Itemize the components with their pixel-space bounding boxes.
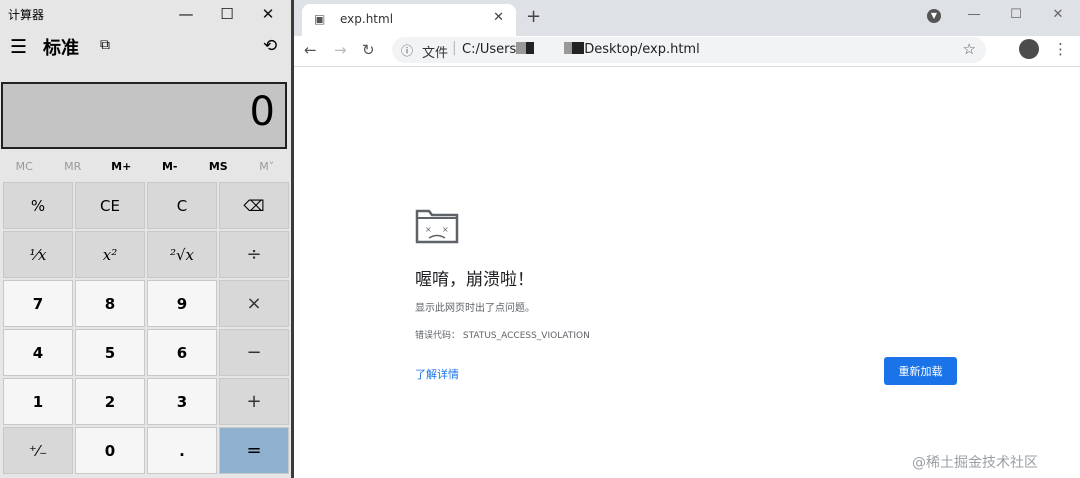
memory-button-0[interactable]: MC — [0, 155, 49, 179]
calculator-titlebar: 计算器 — ☐ ✕ — [0, 0, 291, 30]
divide-key[interactable]: ÷ — [219, 231, 289, 278]
calculator-title: 计算器 — [8, 8, 45, 22]
six-key[interactable]: 6 — [147, 329, 217, 376]
multiply-key[interactable]: × — [219, 280, 289, 327]
memory-button-5[interactable]: M˅ — [243, 155, 292, 179]
maximize-button[interactable]: ☐ — [207, 0, 247, 28]
one-key[interactable]: 1 — [3, 378, 73, 425]
calculator-header: ☰ 标准 ⧉ ⟲ — [0, 30, 291, 82]
file-icon: ▣ — [314, 12, 326, 26]
calculator-mode-title: 标准 — [43, 38, 79, 59]
error-description: 显示此网页时出了点问题。 — [415, 303, 535, 314]
browser-toolbar: ← → ↻ ⓘ 文件 | C:/Users Desktop/exp.html ☆ … — [294, 36, 1080, 67]
back-icon[interactable]: ← — [304, 41, 317, 59]
calculator-display: 0 — [1, 82, 287, 149]
address-bar[interactable]: ⓘ 文件 | C:/Users Desktop/exp.html ☆ — [392, 37, 986, 63]
square-key[interactable]: x² — [75, 231, 145, 278]
negate-key[interactable]: ⁺⁄₋ — [3, 427, 73, 474]
percent-key[interactable]: % — [3, 182, 73, 229]
add-key[interactable]: + — [219, 378, 289, 425]
error-heading: 喔唷，崩溃啦！ — [415, 270, 534, 290]
tab-exp-html[interactable]: ▣ exp.html ✕ — [302, 4, 516, 36]
svg-text:×: × — [425, 225, 432, 234]
menu-kebab-icon[interactable]: ⋮ — [1053, 40, 1068, 58]
browser-maximize-button[interactable]: ☐ — [996, 0, 1036, 28]
close-button[interactable]: ✕ — [248, 0, 288, 28]
memory-button-2[interactable]: M+ — [97, 155, 146, 179]
square-root-key[interactable]: ²√x — [147, 231, 217, 278]
clear-key[interactable]: C — [147, 182, 217, 229]
tab-strip: ▣ exp.html ✕ + ▼ — ☐ ✕ — [294, 0, 1080, 36]
reload-button[interactable]: 重新加载 — [884, 357, 957, 385]
info-icon[interactable]: ⓘ — [401, 42, 413, 59]
four-key[interactable]: 4 — [3, 329, 73, 376]
minimize-button[interactable]: — — [166, 0, 206, 28]
subtract-key[interactable]: − — [219, 329, 289, 376]
tab-title: exp.html — [340, 12, 394, 26]
tab-search-icon[interactable]: ▼ — [927, 9, 941, 23]
url-text: C:/Users Desktop/exp.html — [462, 42, 700, 57]
eight-key[interactable]: 8 — [75, 280, 145, 327]
sad-folder-icon: × × — [415, 209, 459, 244]
five-key[interactable]: 5 — [75, 329, 145, 376]
reciprocal-key[interactable]: ¹⁄x — [3, 231, 73, 278]
svg-text:×: × — [442, 225, 449, 234]
browser-close-button[interactable]: ✕ — [1038, 0, 1078, 28]
error-code: 错误代码： STATUS_ACCESS_VIOLATION — [415, 331, 590, 341]
display-value: 0 — [249, 89, 275, 135]
decimal-key[interactable]: . — [147, 427, 217, 474]
profile-avatar-icon[interactable] — [1019, 39, 1039, 59]
memory-bar: MC MR M+ M- MS M˅ — [0, 155, 291, 179]
browser-window: ▣ exp.html ✕ + ▼ — ☐ ✕ ← → ↻ ⓘ 文件 | C:/U… — [294, 0, 1080, 478]
browser-minimize-button[interactable]: — — [954, 0, 994, 28]
new-tab-button[interactable]: + — [526, 6, 541, 27]
forward-icon[interactable]: → — [334, 41, 347, 59]
history-icon[interactable]: ⟲ — [263, 36, 277, 56]
memory-button-3[interactable]: M- — [146, 155, 195, 179]
three-key[interactable]: 3 — [147, 378, 217, 425]
keep-on-top-icon[interactable]: ⧉ — [100, 37, 110, 53]
calculator-window: 计算器 — ☐ ✕ ☰ 标准 ⧉ ⟲ 0 MC MR M+ M- MS M˅ % CE C ⌫ ¹… — [0, 0, 291, 478]
learn-more-link[interactable]: 了解详情 — [415, 366, 459, 382]
two-key[interactable]: 2 — [75, 378, 145, 425]
bookmark-star-icon[interactable]: ☆ — [963, 40, 976, 58]
seven-key[interactable]: 7 — [3, 280, 73, 327]
tab-close-icon[interactable]: ✕ — [493, 10, 504, 25]
clear-entry-key[interactable]: CE — [75, 182, 145, 229]
scheme-label: 文件 — [422, 46, 449, 61]
watermark: @稀土掘金技术社区 — [912, 455, 1038, 471]
backspace-key[interactable]: ⌫ — [219, 182, 289, 229]
zero-key[interactable]: 0 — [75, 427, 145, 474]
omnibox-separator: | — [452, 40, 457, 56]
keypad: % CE C ⌫ ¹⁄x x² ²√x ÷ 7 8 9 × 4 5 6− 1 2 3 + ⁺⁄₋ 0. = — [3, 182, 289, 474]
reload-icon[interactable]: ↻ — [362, 41, 375, 59]
hamburger-icon[interactable]: ☰ — [10, 36, 27, 58]
memory-button-1[interactable]: MR — [49, 155, 98, 179]
nine-key[interactable]: 9 — [147, 280, 217, 327]
equals-key[interactable]: = — [219, 427, 289, 474]
memory-button-4[interactable]: MS — [194, 155, 243, 179]
